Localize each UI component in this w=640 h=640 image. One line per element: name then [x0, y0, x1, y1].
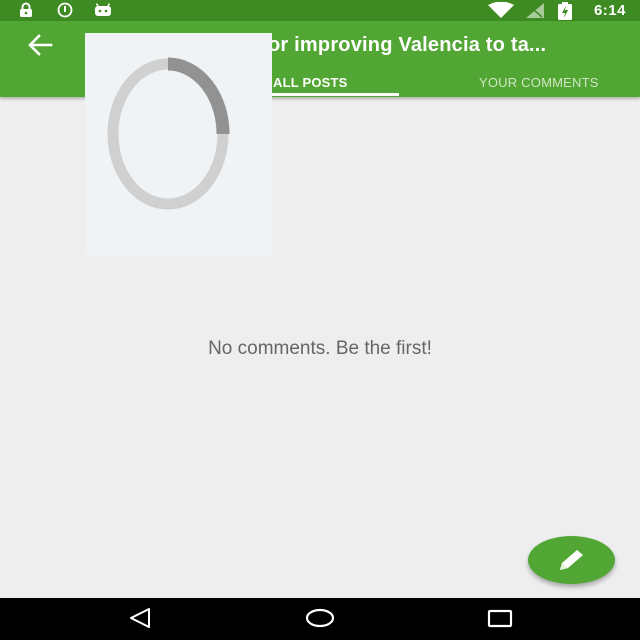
loading-spinner-icon — [85, 57, 272, 259]
status-bar: 6:14 — [0, 0, 640, 21]
back-button[interactable] — [26, 33, 62, 61]
arrow-left-icon — [26, 34, 54, 61]
tab-your-comments[interactable]: YOUR COMMENTS — [479, 75, 599, 90]
status-time: 6:14 — [593, 2, 626, 19]
page-title: or improving Valencia to ta... — [268, 34, 547, 56]
active-tab-indicator — [268, 93, 399, 96]
lock-icon — [17, 2, 35, 23]
loading-thumbnail — [85, 33, 272, 255]
recents-square-icon — [486, 609, 514, 634]
system-nav-bar — [0, 598, 640, 640]
sync-icon — [56, 2, 74, 23]
nav-recents-button[interactable] — [486, 606, 514, 635]
android-icon — [93, 2, 113, 23]
nav-home-button[interactable] — [305, 606, 335, 635]
back-triangle-icon — [127, 608, 153, 634]
nav-back-button[interactable] — [127, 606, 153, 635]
write-comment-button[interactable] — [528, 536, 615, 584]
home-circle-icon — [305, 608, 335, 634]
tab-all-posts[interactable]: ALL POSTS — [273, 75, 348, 90]
empty-comments-message: No comments. Be the first! — [208, 338, 432, 359]
